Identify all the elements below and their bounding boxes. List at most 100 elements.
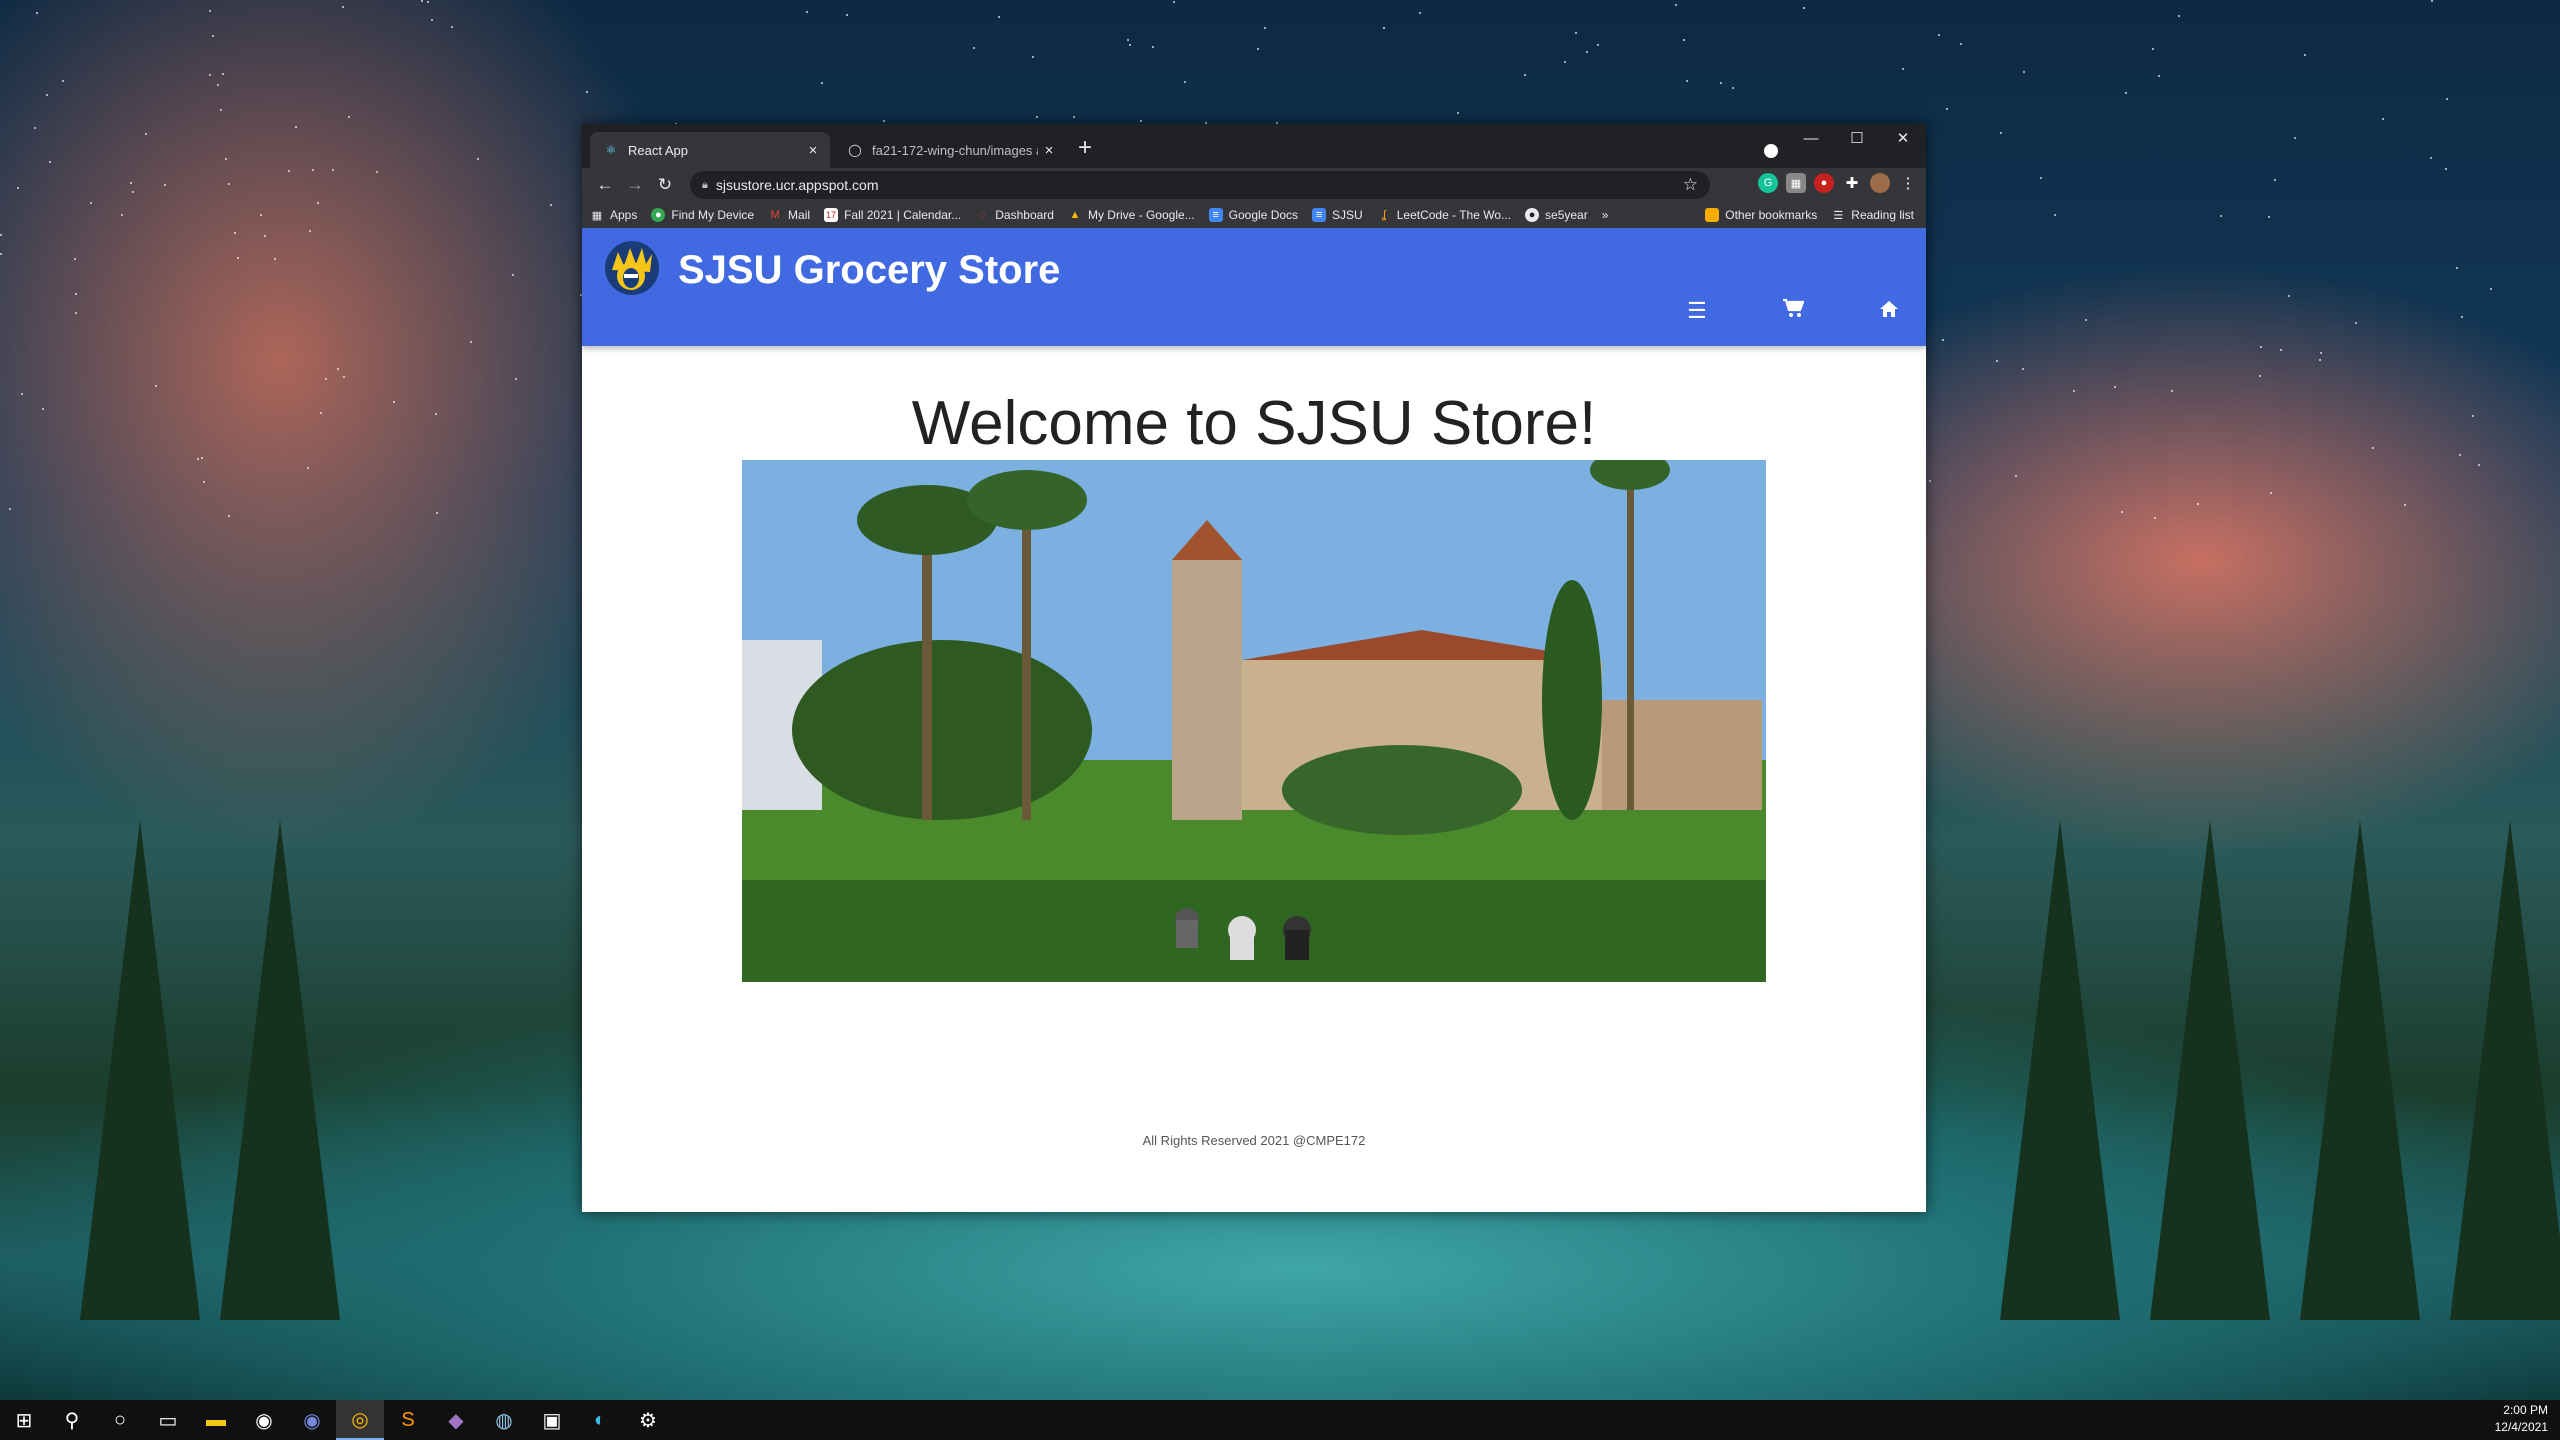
star <box>1929 480 1931 482</box>
github-icon: ● <box>1525 208 1540 222</box>
window-app-icon[interactable]: ▣ <box>528 1400 576 1440</box>
star <box>2125 92 2127 94</box>
star <box>2304 54 2306 56</box>
page-footer: All Rights Reserved 2021 @CMPE172 <box>1142 1133 1366 1148</box>
star <box>1419 12 1421 14</box>
star <box>62 80 64 82</box>
cortana-icon[interactable]: ○ <box>96 1400 144 1440</box>
site-brand[interactable]: SJSU Grocery Store <box>678 248 1060 293</box>
browser-icon[interactable]: ◍ <box>480 1400 528 1440</box>
star <box>2372 447 2374 449</box>
sjsu-spartan-logo-icon[interactable] <box>604 240 660 296</box>
find-device-icon: ● <box>651 208 666 222</box>
star <box>1946 108 1948 110</box>
lock-icon[interactable]: 🔒︎ <box>702 179 708 192</box>
menu-dots-icon[interactable]: ⋮ <box>1898 173 1918 193</box>
close-tab-icon[interactable]: × <box>802 142 824 159</box>
star <box>512 274 514 276</box>
edge-icon[interactable]: ◐ <box>576 1400 624 1440</box>
file-explorer-icon[interactable]: ▬ <box>192 1400 240 1440</box>
settings-gear-icon[interactable]: ⚙ <box>624 1400 672 1440</box>
extension-icon[interactable]: ▦ <box>1786 173 1806 193</box>
star <box>197 458 199 460</box>
browser-window: ⚛ React App × ◯ fa21-172-wing-chun/image… <box>582 124 1926 1212</box>
close-window-button[interactable]: ✕ <box>1880 124 1926 154</box>
star <box>34 127 36 129</box>
bookmark-apps[interactable]: ▦ Apps <box>590 208 638 222</box>
chrome-icon[interactable]: ◎ <box>336 1400 384 1440</box>
reading-list[interactable]: ☰ Reading list <box>1831 208 1914 222</box>
bookmark-find-my-device[interactable]: ● Find My Device <box>651 208 754 222</box>
folder-icon: ■ <box>1705 208 1720 222</box>
profile-indicator-icon[interactable] <box>1762 142 1780 160</box>
gmail-icon: M <box>770 209 780 221</box>
star <box>1129 44 1131 46</box>
home-icon[interactable] <box>1874 298 1904 324</box>
star <box>2430 157 2432 159</box>
star <box>317 202 319 204</box>
star <box>2288 295 2290 297</box>
star <box>2073 390 2075 392</box>
url-text[interactable]: sjsustore.ucr.appspot.com <box>716 177 1683 193</box>
tab-github[interactable]: ◯ fa21-172-wing-chun/images at m × <box>834 132 1066 168</box>
bookmark-calendar[interactable]: 17 Fall 2021 | Calendar... <box>824 208 961 222</box>
star <box>436 512 438 514</box>
bookmark-google-docs[interactable]: ≡ Google Docs <box>1208 208 1298 222</box>
puzzle-icon[interactable]: ✚ <box>1842 173 1862 193</box>
maximize-button[interactable]: ☐ <box>1834 124 1880 154</box>
tab-react-app[interactable]: ⚛ React App × <box>590 132 830 168</box>
extension-red-icon[interactable]: ● <box>1814 173 1834 193</box>
windows-start-icon[interactable]: ⊞ <box>0 1400 48 1440</box>
search-icon[interactable]: ⚲ <box>48 1400 96 1440</box>
star <box>2022 368 2024 370</box>
star <box>2382 118 2384 120</box>
star <box>320 412 322 414</box>
star <box>42 408 44 410</box>
star <box>2404 504 2406 506</box>
star <box>2446 98 2448 100</box>
star <box>883 120 885 122</box>
app-icon[interactable]: ◉ <box>240 1400 288 1440</box>
bookmarks-right: ■ Other bookmarks ☰ Reading list <box>1705 202 1918 228</box>
new-tab-button[interactable]: + <box>1078 134 1092 162</box>
star <box>998 16 1000 18</box>
star <box>309 230 311 232</box>
star <box>2220 215 2222 217</box>
visual-studio-icon[interactable]: ◆ <box>432 1400 480 1440</box>
other-bookmarks[interactable]: ■ Other bookmarks <box>1705 208 1817 222</box>
page-content: SJSU Grocery Store ☰ Welcome to SJSU Sto… <box>582 228 1926 1186</box>
back-arrow-icon[interactable]: ← <box>590 175 620 195</box>
system-clock[interactable]: 2:00 PM 12/4/2021 <box>2495 1402 2548 1436</box>
star <box>2171 390 2173 392</box>
close-tab-icon[interactable]: × <box>1038 142 1060 159</box>
star <box>132 191 134 193</box>
forward-arrow-icon[interactable]: → <box>620 175 650 195</box>
star <box>515 378 517 380</box>
star <box>1960 43 1962 45</box>
grammarly-icon[interactable]: G <box>1758 173 1778 193</box>
bookmark-se5year[interactable]: ● se5year <box>1525 208 1588 222</box>
star <box>2154 517 2156 519</box>
discord-icon[interactable]: ◉ <box>288 1400 336 1440</box>
bookmark-star-icon[interactable]: ☆ <box>1683 175 1698 195</box>
bookmark-leetcode[interactable]: ʆ LeetCode - The Wo... <box>1377 208 1511 222</box>
shopping-cart-icon[interactable] <box>1778 298 1808 324</box>
menu-hamburger-icon[interactable]: ☰ <box>1682 298 1712 324</box>
bookmark-mail[interactable]: M Mail <box>768 208 810 222</box>
star <box>2320 352 2322 354</box>
bookmark-sjsu[interactable]: ≡ SJSU <box>1312 208 1363 222</box>
sublime-text-icon[interactable]: S <box>384 1400 432 1440</box>
address-bar[interactable]: 🔒︎ sjsustore.ucr.appspot.com ☆ <box>690 171 1710 199</box>
task-view-icon[interactable]: ▭ <box>144 1400 192 1440</box>
bookmark-drive[interactable]: ▲ My Drive - Google... <box>1068 208 1195 222</box>
minimize-button[interactable]: — <box>1788 124 1834 154</box>
star <box>225 158 227 160</box>
star <box>228 515 230 517</box>
avatar[interactable] <box>1870 173 1890 193</box>
calendar-icon: 17 <box>824 208 839 222</box>
welcome-heading: Welcome to SJSU Store! <box>911 389 1597 458</box>
bookmark-dashboard[interactable]: ◌ Dashboard <box>975 208 1054 222</box>
clock-date: 12/4/2021 <box>2494 1420 2548 1434</box>
bookmarks-overflow-button[interactable]: » <box>1602 208 1609 222</box>
reload-icon[interactable]: ↻ <box>650 175 680 195</box>
